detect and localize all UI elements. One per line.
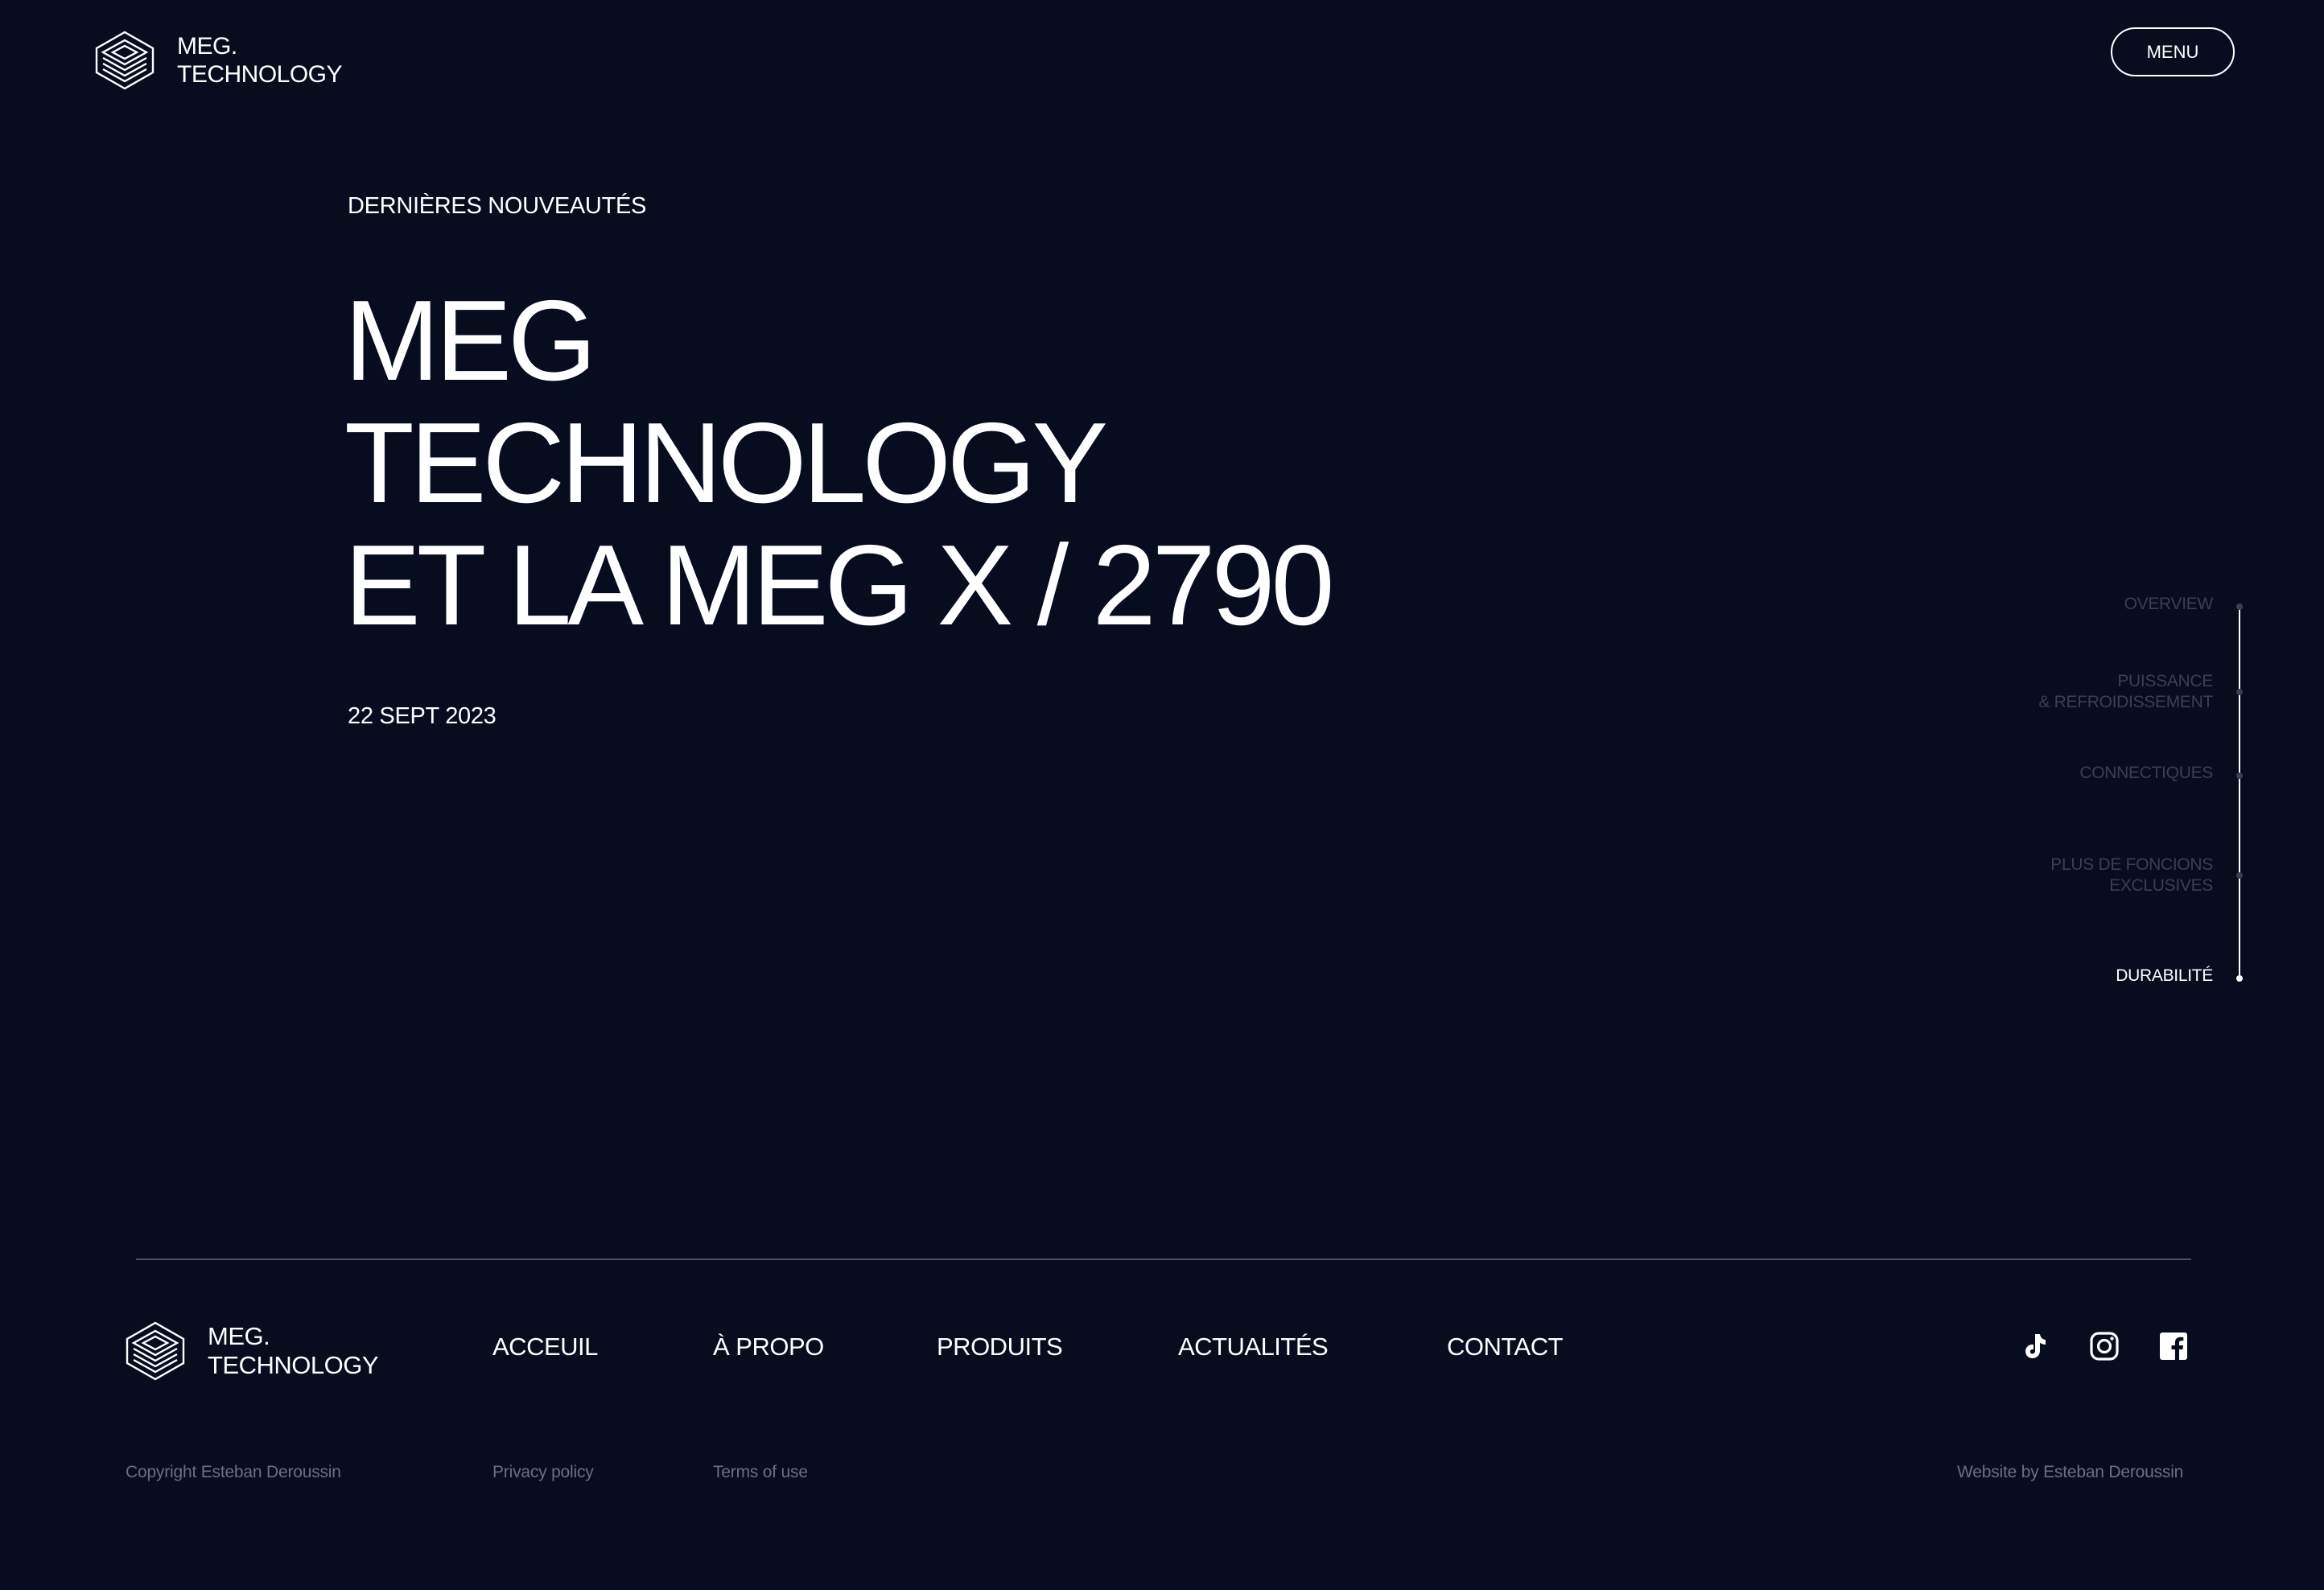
brand-line-1: MEG. bbox=[208, 1322, 270, 1350]
section-nav-item-fonctions[interactable]: PLUS DE FONCIONS EXCLUSIVES bbox=[2050, 855, 2213, 896]
menu-button[interactable]: MENU bbox=[2111, 27, 2235, 76]
section-nav-dot bbox=[2236, 872, 2243, 879]
section-nav-item-durabilite[interactable]: DURABILITÉ bbox=[2116, 966, 2213, 987]
section-nav-track-lower bbox=[2239, 763, 2240, 980]
section-nav-dot-active bbox=[2236, 975, 2243, 982]
section-nav-item-overview[interactable]: OVERVIEW bbox=[2124, 594, 2214, 615]
section-nav: OVERVIEW PUISSANCE & REFROIDISSEMENT CON… bbox=[2028, 587, 2245, 990]
brand-name: MEG. TECHNOLOGY bbox=[177, 32, 343, 89]
privacy-policy-link[interactable]: Privacy policy bbox=[492, 1463, 594, 1482]
publish-date: 22 SEPT 2023 bbox=[348, 703, 497, 729]
logo-cube-icon bbox=[124, 1320, 187, 1382]
header-logo[interactable]: MEG. TECHNOLOGY bbox=[93, 29, 343, 92]
page-title: MEG TECHNOLOGY ET LA MEG X / 2790 bbox=[344, 277, 1335, 649]
section-nav-item-connectiques[interactable]: CONNECTIQUES bbox=[2079, 763, 2213, 784]
tiktok-icon[interactable] bbox=[2018, 1331, 2049, 1361]
brand-line-2: TECHNOLOGY bbox=[177, 61, 343, 88]
footer-nav-produits[interactable]: PRODUITS bbox=[937, 1333, 1063, 1361]
footer-nav-acceuil[interactable]: ACCEUIL bbox=[492, 1333, 598, 1361]
section-nav-label: CONNECTIQUES bbox=[2079, 764, 2213, 782]
facebook-icon[interactable] bbox=[2158, 1331, 2189, 1361]
terms-of-use-link[interactable]: Terms of use bbox=[713, 1463, 808, 1482]
section-nav-dot bbox=[2236, 603, 2243, 610]
section-nav-label: PUISSANCE bbox=[2117, 672, 2213, 690]
instagram-icon[interactable] bbox=[2089, 1331, 2120, 1361]
section-nav-dot bbox=[2236, 689, 2243, 695]
title-line-2: TECHNOLOGY bbox=[344, 399, 1108, 527]
logo-cube-icon bbox=[93, 29, 156, 92]
section-nav-item-puissance[interactable]: PUISSANCE & REFROIDISSEMENT bbox=[2038, 671, 2213, 713]
section-nav-label: DURABILITÉ bbox=[2116, 966, 2213, 985]
section-nav-label: PLUS DE FONCIONS bbox=[2050, 855, 2213, 874]
footer-nav-actualites[interactable]: ACTUALITÉS bbox=[1178, 1333, 1329, 1361]
section-nav-label-2: EXCLUSIVES bbox=[2109, 876, 2213, 895]
page: MEG. TECHNOLOGY MENU DERNIÈRES NOUVEAUTÉ… bbox=[0, 0, 2324, 1590]
title-line-3: ET LA MEG X / 2790 bbox=[344, 521, 1335, 649]
section-nav-track bbox=[2239, 607, 2240, 763]
copyright-text: Copyright Esteban Deroussin bbox=[126, 1463, 341, 1481]
footer-logo[interactable]: MEG. TECHNOLOGY bbox=[124, 1320, 379, 1382]
brand-line-2: TECHNOLOGY bbox=[208, 1351, 379, 1379]
section-eyebrow: DERNIÈRES NOUVEAUTÉS bbox=[348, 193, 647, 219]
footer-divider bbox=[136, 1258, 2191, 1260]
footer-nav-a-propo[interactable]: À PROPO bbox=[713, 1333, 824, 1361]
section-nav-dot bbox=[2236, 772, 2243, 779]
section-nav-label-2: & REFROIDISSEMENT bbox=[2038, 693, 2213, 711]
title-line-1: MEG bbox=[344, 277, 596, 405]
footer-nav-contact[interactable]: CONTACT bbox=[1447, 1333, 1564, 1361]
website-credit-link[interactable]: Website by Esteban Deroussin bbox=[1957, 1463, 2183, 1482]
brand-line-1: MEG. bbox=[177, 33, 237, 60]
brand-name: MEG. TECHNOLOGY bbox=[208, 1322, 379, 1380]
section-nav-label: OVERVIEW bbox=[2124, 595, 2214, 613]
